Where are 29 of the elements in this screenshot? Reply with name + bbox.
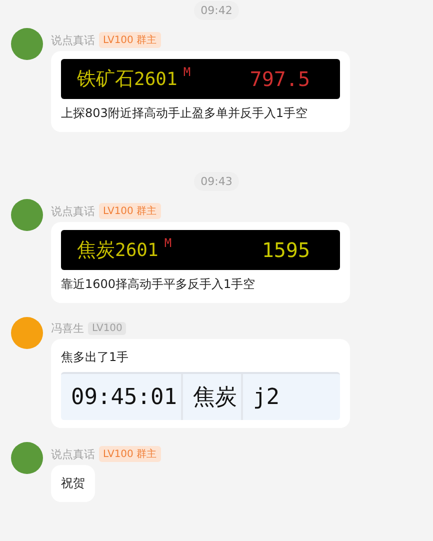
table-cell: 焦炭 [182, 374, 243, 420]
level-badge: LV100 群主 [99, 446, 161, 462]
timestamp: 09:43 [194, 172, 240, 191]
sender-name: 说点真话 [51, 204, 95, 218]
sender-name: 说点真话 [51, 32, 95, 48]
avatar[interactable] [11, 442, 43, 474]
timestamp: 09:42 [194, 1, 240, 20]
level-badge: LV100 群主 [99, 32, 161, 48]
table-cell: 09:45:01 [61, 374, 183, 420]
sender-name: 说点真话 [51, 446, 95, 462]
avatar[interactable] [11, 317, 43, 349]
price: 797.5 [250, 67, 310, 91]
instrument-name: 铁矿石 [77, 67, 134, 92]
level-badge: LV100 群主 [99, 203, 161, 219]
price: 1595 [262, 238, 310, 262]
message-text: 上探803附近择高动手止盈多单并反手入1手空 [61, 105, 309, 122]
avatar[interactable] [11, 28, 43, 60]
message-text: 焦多出了1手 [61, 349, 130, 366]
contract-code: 2601 [115, 240, 158, 260]
message-text: 祝贺 [61, 475, 85, 492]
flag-label: M [183, 65, 191, 79]
avatar[interactable] [11, 199, 43, 231]
flag-label: M [164, 236, 172, 250]
level-badge: LV100 [88, 322, 126, 335]
instrument-name: 焦炭 [77, 238, 115, 263]
message-text: 靠近1600择高动手平多反手入1手空 [61, 276, 256, 293]
contract-code: 2601 [134, 68, 178, 90]
sender-name: 冯喜生 [51, 321, 84, 336]
table-cell-text: j2 [252, 384, 280, 412]
